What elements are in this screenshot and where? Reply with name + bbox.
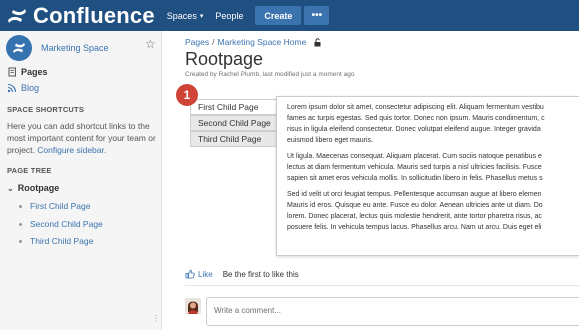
- tree-item-label: Second Child Page: [30, 219, 103, 229]
- space-name: Marketing Space: [41, 43, 109, 53]
- bullet-icon: [19, 222, 22, 226]
- like-row: Like Be the first to like this: [185, 269, 299, 279]
- tab-content-panel: Lorem ipsum dolor sit amet, consectetur …: [276, 96, 579, 256]
- shortcuts-heading: SPACE SHORTCUTS: [7, 105, 85, 114]
- bullet-icon: [19, 239, 22, 243]
- tab-third-child-page[interactable]: Third Child Page: [190, 131, 280, 147]
- logo-text: Confluence: [33, 2, 155, 28]
- tree-root-label: Rootpage: [17, 183, 60, 193]
- people-link[interactable]: People: [215, 11, 243, 21]
- chevron-down-icon: ▾: [199, 12, 204, 20]
- create-button[interactable]: Create: [255, 6, 302, 25]
- confluence-logo-icon: [8, 8, 26, 23]
- tree-root-item[interactable]: ⌄ Rootpage: [7, 183, 59, 193]
- star-icon[interactable]: ☆: [145, 37, 156, 51]
- page-metadata: Created by Rachel Plumb, last modified j…: [185, 71, 355, 78]
- text-line: lectus at diam fermentum vehicula. Mauri…: [287, 164, 542, 171]
- unlock-icon[interactable]: [314, 37, 322, 47]
- shortcuts-description: Here you can add shortcut links to the m…: [7, 120, 157, 156]
- spaces-label: Spaces: [166, 10, 197, 21]
- paragraph-1: Lorem ipsum dolor sit amet, consectetur …: [287, 102, 579, 146]
- bullet-icon: [19, 204, 22, 208]
- tree-item-label: First Child Page: [30, 201, 91, 211]
- thumbs-up-icon[interactable]: [185, 269, 195, 279]
- like-button[interactable]: Like: [198, 270, 213, 279]
- page-title: Rootpage: [185, 49, 264, 69]
- breadcrumb-space-home[interactable]: Marketing Space Home: [217, 37, 306, 47]
- step-badge: 1: [176, 84, 198, 106]
- breadcrumb: Pages / Marketing Space Home: [185, 37, 322, 47]
- tab-first-child-page[interactable]: First Child Page: [190, 99, 282, 115]
- sidebar-item-blog[interactable]: Blog: [7, 83, 39, 93]
- collapse-icon[interactable]: ⌄: [7, 184, 14, 193]
- spaces-menu[interactable]: Spaces ▾: [167, 11, 204, 21]
- rss-icon: [7, 83, 17, 93]
- comment-input[interactable]: Write a comment...: [206, 297, 579, 326]
- tree-item-label: Third Child Page: [30, 236, 94, 246]
- text-line: lorem. Donec placerat, lectus quis moles…: [287, 213, 542, 220]
- sidebar-item-pages[interactable]: Pages: [7, 67, 48, 77]
- tree-item-second-child[interactable]: Second Child Page: [19, 219, 103, 229]
- tree-item-first-child[interactable]: First Child Page: [19, 201, 90, 211]
- user-avatar-icon: [185, 298, 201, 314]
- sidebar-resize-handle[interactable]: ⋮: [152, 314, 160, 323]
- confluence-logo[interactable]: Confluence: [0, 0, 155, 31]
- divider: [185, 285, 579, 286]
- text-line: risus in ligula eleifend consectetur. Do…: [287, 126, 541, 133]
- space-header[interactable]: Marketing Space: [6, 35, 109, 61]
- space-sidebar: Marketing Space ☆ Pages Blog SPACE SHORT…: [0, 31, 162, 330]
- text-line: Mauris id eros. Quisque eu ante. Fusce e…: [287, 202, 543, 209]
- paragraph-2: Ut ligula. Maecenas consequat. Aliquam p…: [287, 151, 579, 184]
- breadcrumb-separator: /: [212, 37, 215, 47]
- text-line: posuere felis. In vehicula tempus lacus.…: [287, 224, 542, 231]
- pages-icon: [8, 67, 16, 77]
- text-line: sapien sit amet eros vehicula mollis. In…: [287, 175, 543, 182]
- text-line: Ut ligula. Maecenas consequat. Aliquam p…: [287, 153, 542, 160]
- user-avatar: [185, 298, 201, 314]
- paragraph-3: Sed id velit ut orci feugiat tempus. Pel…: [287, 189, 579, 233]
- configure-sidebar-link[interactable]: Configure sidebar.: [37, 145, 106, 155]
- tab-second-child-page[interactable]: Second Child Page: [190, 115, 280, 131]
- text-line: Sed id velit ut orci feugiat tempus. Pel…: [287, 191, 542, 198]
- more-button[interactable]: •••: [304, 6, 330, 25]
- text-line: euismod libero eget mauris.: [287, 137, 373, 144]
- page-tree-heading: PAGE TREE: [7, 166, 52, 175]
- text-line: Lorem ipsum dolor sit amet, consectetur …: [287, 104, 544, 111]
- text-line: fames ac turpis egestas. Sed quis tortor…: [287, 115, 545, 122]
- sidebar-item-label: Pages: [21, 67, 48, 77]
- space-avatar: [6, 35, 32, 61]
- space-logo-icon: [13, 43, 25, 53]
- sidebar-item-label: Blog: [21, 83, 40, 93]
- breadcrumb-pages[interactable]: Pages: [185, 37, 209, 47]
- like-status: Be the first to like this: [222, 269, 299, 279]
- tree-item-third-child[interactable]: Third Child Page: [19, 236, 93, 246]
- top-navigation: Confluence Spaces ▾ People Create •••: [0, 0, 579, 31]
